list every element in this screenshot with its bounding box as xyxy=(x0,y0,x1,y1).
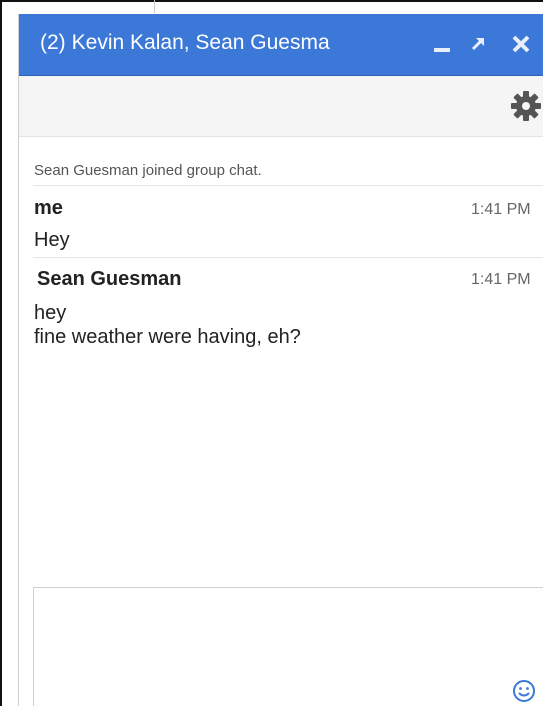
chat-toolbar xyxy=(19,76,543,137)
popout-button[interactable] xyxy=(466,31,490,57)
message-sender: me xyxy=(34,197,63,219)
participant-names: Kevin Kalan, Sean Guesma xyxy=(71,31,330,54)
popout-icon xyxy=(471,38,484,51)
chat-window: (2) Kevin Kalan, Sean Guesma Sean Guesma… xyxy=(18,14,543,706)
message-text: hey xyxy=(34,302,67,324)
message-time: 1:41 PM xyxy=(471,271,531,288)
message-separator xyxy=(33,185,543,186)
chat-title: (2) Kevin Kalan, Sean Guesma xyxy=(40,31,330,55)
window-divider xyxy=(154,0,155,13)
minimize-icon xyxy=(434,48,450,52)
chat-titlebar[interactable]: (2) Kevin Kalan, Sean Guesma xyxy=(19,14,543,76)
unread-count: (2) xyxy=(40,31,66,54)
close-button[interactable] xyxy=(508,31,534,57)
message-separator xyxy=(33,257,543,258)
smiley-icon[interactable] xyxy=(512,679,536,703)
message-time: 1:41 PM xyxy=(471,201,531,218)
message-text: Hey xyxy=(34,229,70,251)
message-input[interactable] xyxy=(40,594,543,698)
minimize-button[interactable] xyxy=(431,31,453,57)
message-text: fine weather were having, eh? xyxy=(34,326,301,348)
gear-icon[interactable] xyxy=(509,89,543,123)
message-composer[interactable] xyxy=(33,587,543,706)
close-icon xyxy=(512,35,530,53)
message-sender: Sean Guesman xyxy=(37,268,182,290)
system-message: Sean Guesman joined group chat. xyxy=(34,162,262,179)
